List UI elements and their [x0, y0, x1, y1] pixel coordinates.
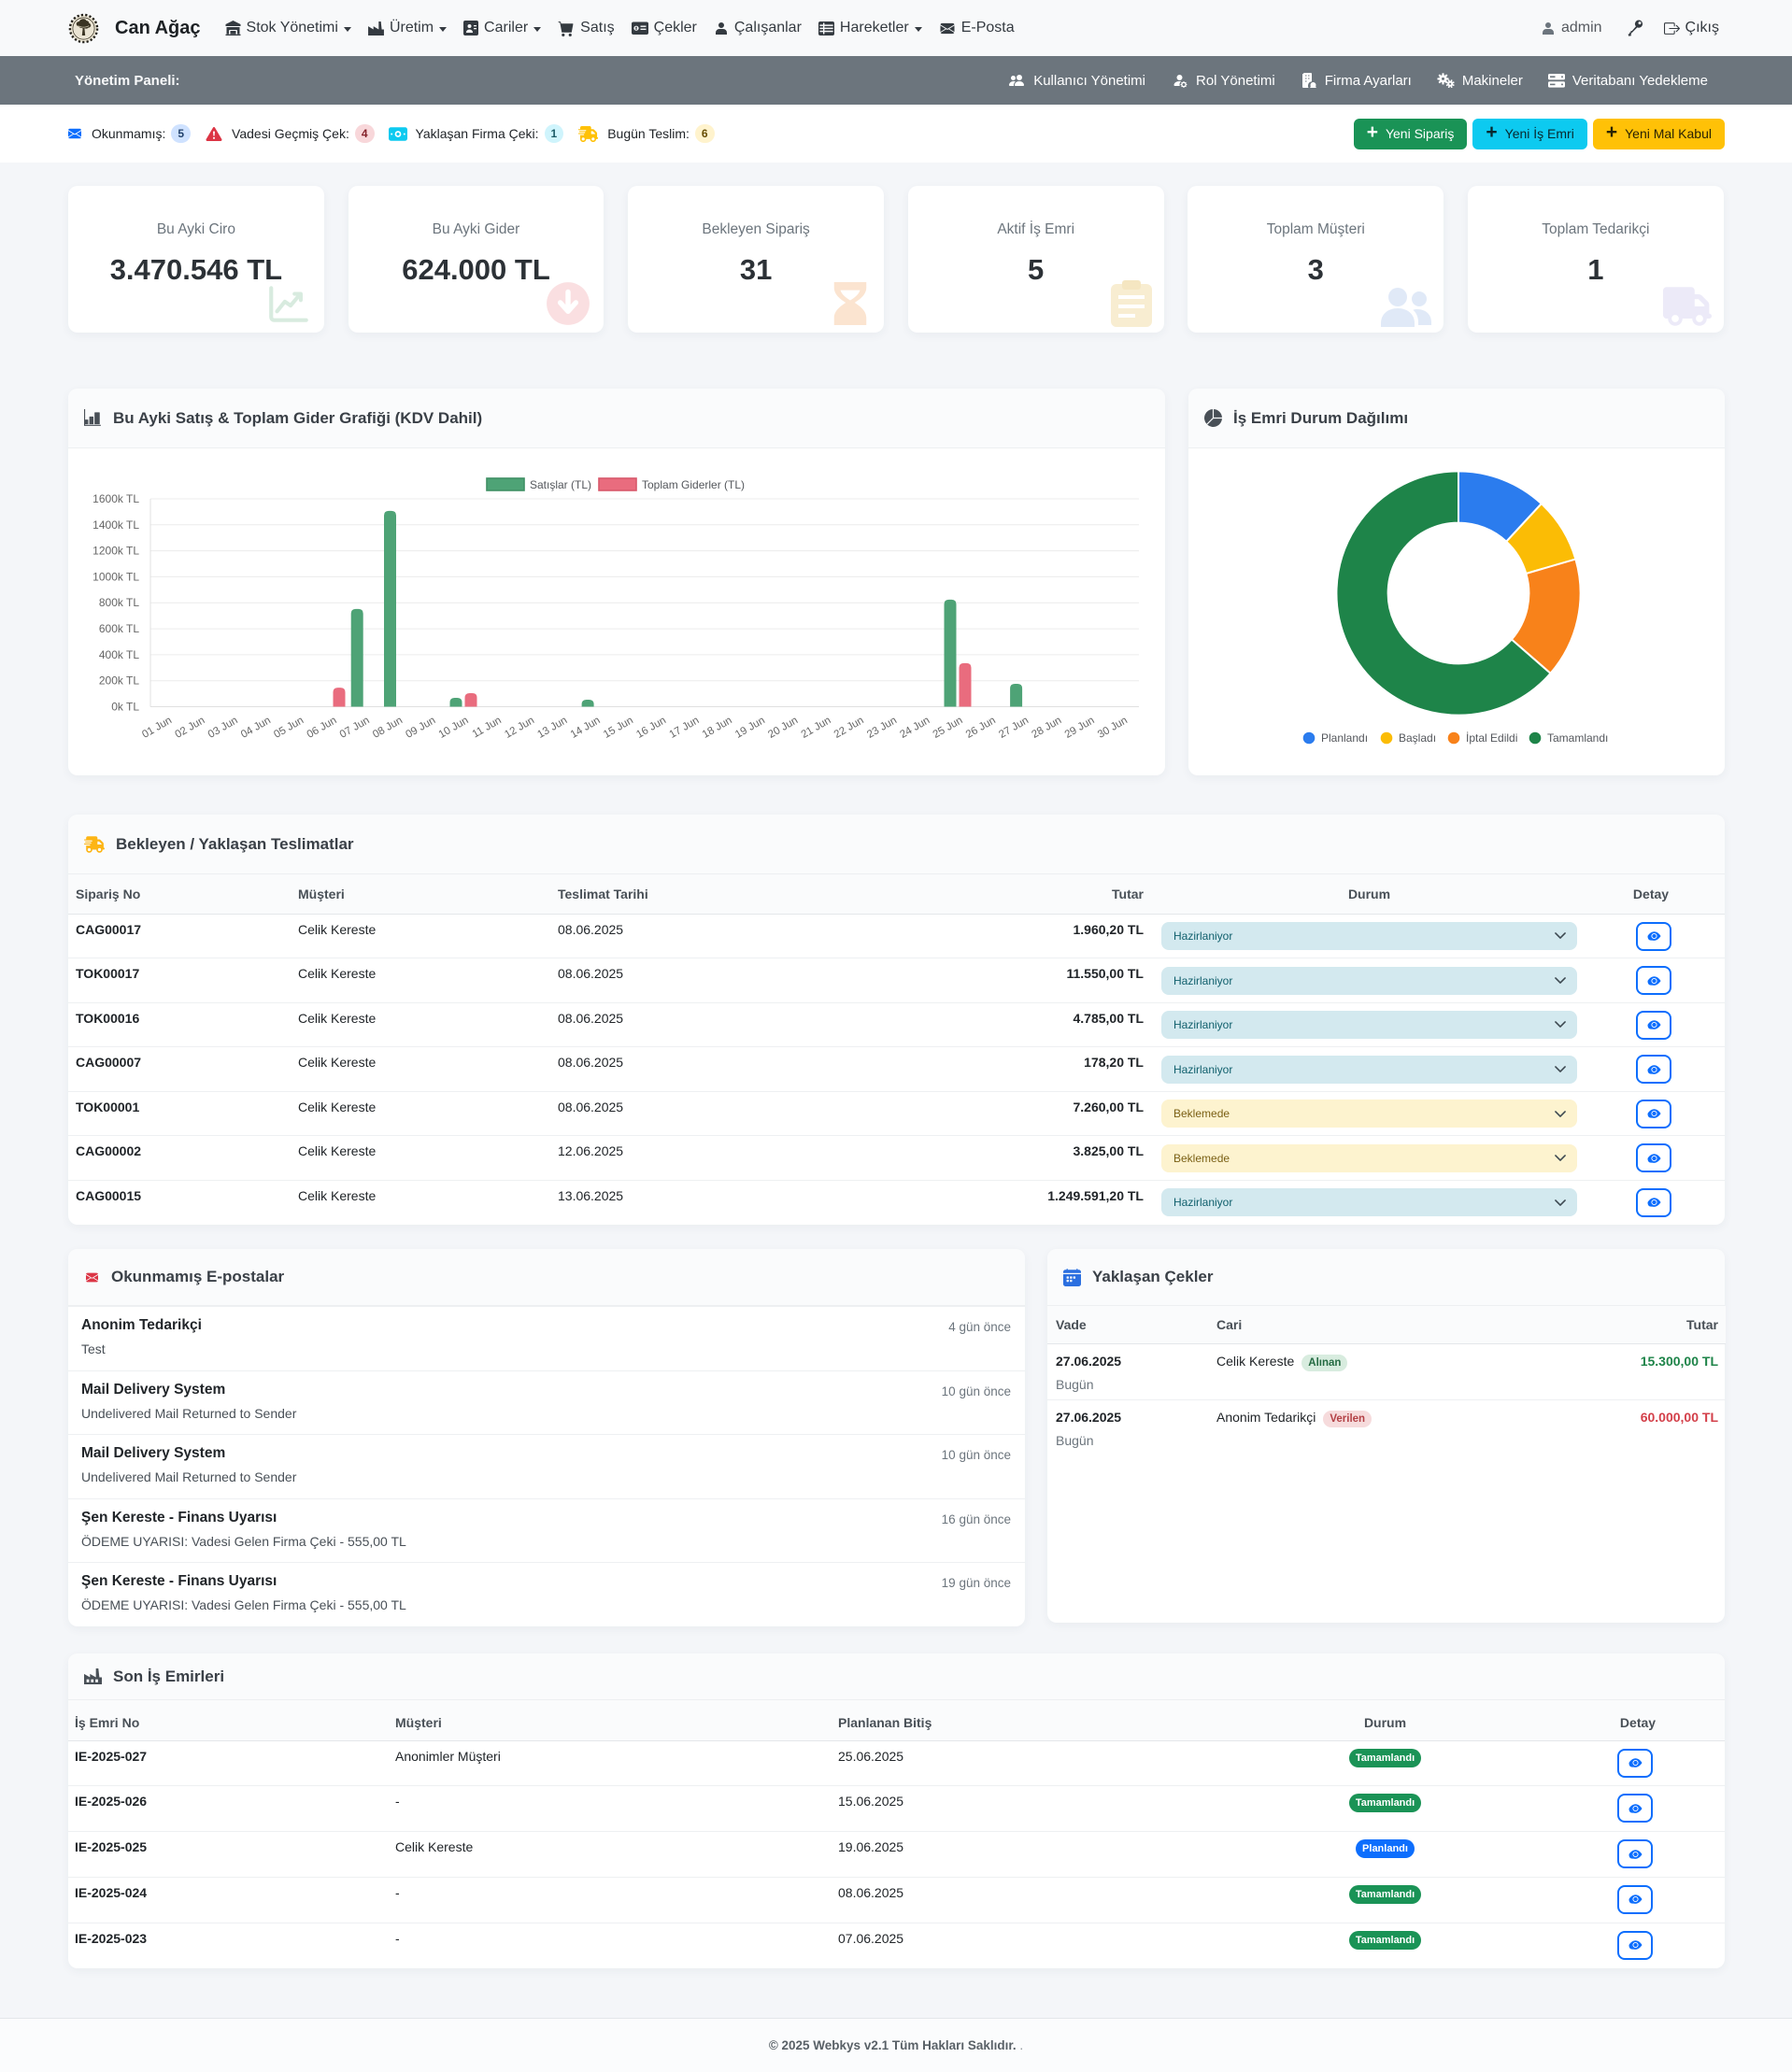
svg-text:1200k TL: 1200k TL: [92, 545, 139, 558]
svg-text:08 Jun: 08 Jun: [371, 715, 405, 741]
svg-text:05 Jun: 05 Jun: [272, 715, 306, 741]
svg-text:11 Jun: 11 Jun: [471, 715, 504, 740]
svg-text:15 Jun: 15 Jun: [602, 715, 635, 741]
svg-text:30 Jun: 30 Jun: [1096, 715, 1130, 741]
svg-text:09 Jun: 09 Jun: [404, 715, 437, 741]
svg-text:İptal Edildi: İptal Edildi: [1466, 731, 1517, 745]
svg-text:1400k TL: 1400k TL: [92, 518, 139, 532]
svg-text:07 Jun: 07 Jun: [338, 715, 372, 741]
svg-text:12 Jun: 12 Jun: [503, 715, 536, 741]
svg-text:Satışlar (TL): Satışlar (TL): [530, 478, 591, 491]
svg-text:22 Jun: 22 Jun: [832, 715, 866, 741]
svg-text:03 Jun: 03 Jun: [206, 715, 240, 741]
svg-text:400k TL: 400k TL: [99, 648, 139, 661]
svg-text:24 Jun: 24 Jun: [898, 715, 932, 741]
svg-text:17 Jun: 17 Jun: [667, 715, 701, 741]
svg-text:Başladı: Başladı: [1399, 731, 1436, 745]
svg-text:14 Jun: 14 Jun: [569, 715, 603, 741]
svg-text:10 Jun: 10 Jun: [437, 715, 471, 741]
svg-text:800k TL: 800k TL: [99, 596, 139, 609]
svg-text:21 Jun: 21 Jun: [800, 715, 833, 741]
svg-text:0k TL: 0k TL: [111, 701, 139, 714]
svg-text:20 Jun: 20 Jun: [766, 715, 800, 741]
svg-text:27 Jun: 27 Jun: [997, 715, 1031, 741]
svg-text:23 Jun: 23 Jun: [865, 715, 899, 741]
svg-text:02 Jun: 02 Jun: [173, 715, 206, 741]
svg-text:Tamamlandı: Tamamlandı: [1547, 731, 1608, 745]
svg-text:01 Jun: 01 Jun: [140, 715, 174, 741]
svg-text:25 Jun: 25 Jun: [932, 715, 965, 741]
svg-text:26 Jun: 26 Jun: [964, 715, 998, 741]
svg-text:600k TL: 600k TL: [99, 622, 139, 635]
svg-text:200k TL: 200k TL: [99, 674, 139, 688]
svg-text:18 Jun: 18 Jun: [701, 715, 734, 741]
svg-text:1600k TL: 1600k TL: [92, 492, 139, 505]
svg-text:06 Jun: 06 Jun: [306, 715, 339, 741]
svg-text:04 Jun: 04 Jun: [239, 715, 273, 741]
svg-text:29 Jun: 29 Jun: [1063, 715, 1097, 741]
svg-text:Toplam Giderler (TL): Toplam Giderler (TL): [642, 478, 745, 491]
svg-text:Planlandı: Planlandı: [1321, 731, 1368, 745]
svg-text:16 Jun: 16 Jun: [634, 715, 668, 741]
svg-text:28 Jun: 28 Jun: [1030, 715, 1063, 741]
svg-text:1000k TL: 1000k TL: [92, 570, 139, 583]
svg-text:13 Jun: 13 Jun: [535, 715, 569, 741]
svg-text:19 Jun: 19 Jun: [733, 715, 767, 741]
